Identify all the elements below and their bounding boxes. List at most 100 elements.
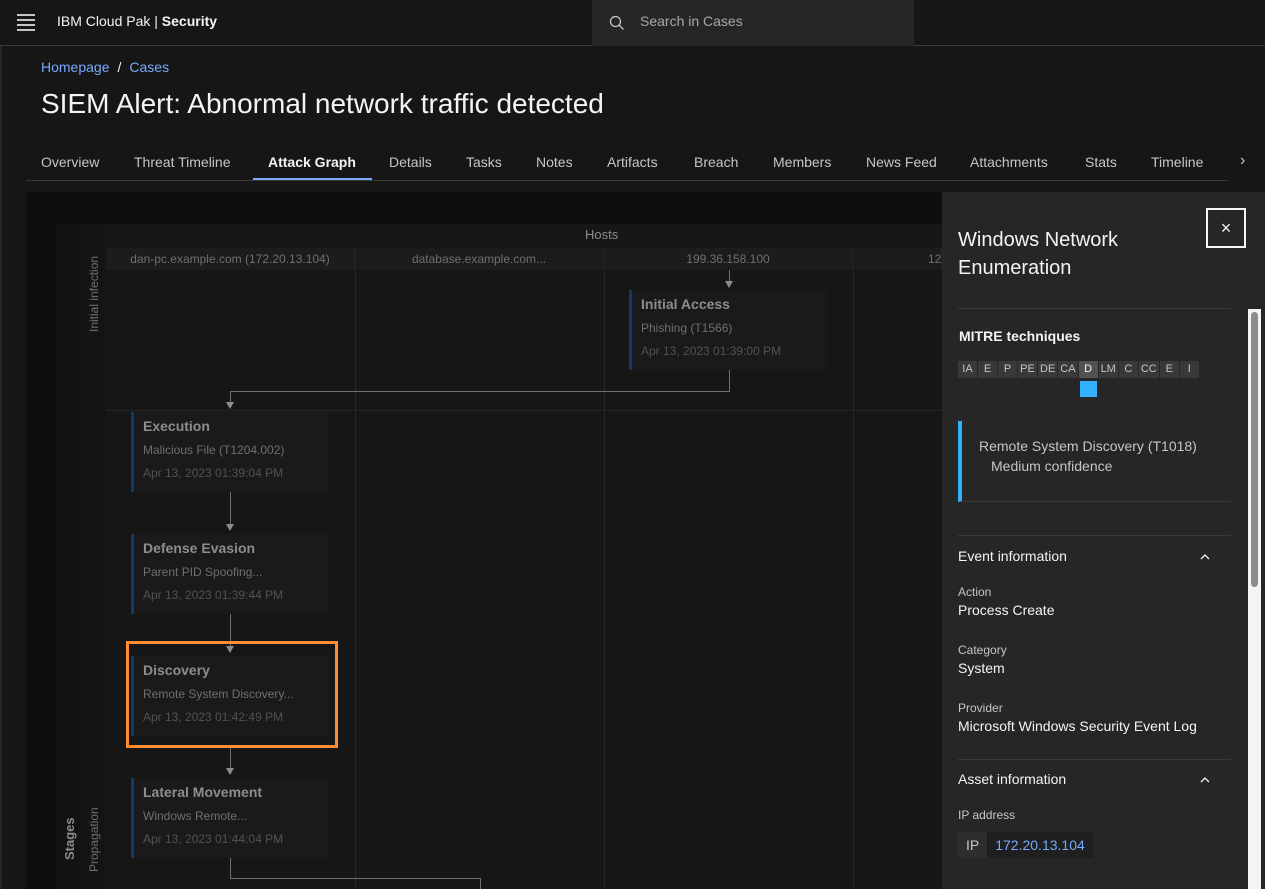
host-header-199-36-158-100: 199.36.158.100	[604, 248, 853, 270]
node-technique: Malicious File (T1204.002)	[143, 443, 285, 457]
stage-initial-infection: Initial infection	[87, 255, 101, 332]
tab-artifacts[interactable]: Artifacts	[607, 154, 658, 170]
connector	[230, 878, 481, 879]
connector	[729, 370, 730, 392]
selected-node-highlight	[126, 641, 338, 748]
breadcrumb: Homepage / Cases	[41, 59, 169, 75]
mitre-chip[interactable]: CC	[1138, 361, 1159, 378]
mitre-selected-marker	[1080, 381, 1097, 397]
top-bar: IBM Cloud Pak | Security	[0, 0, 1265, 46]
active-tab-indicator	[253, 178, 372, 180]
mitre-chip[interactable]: I	[1179, 361, 1199, 378]
mitre-chip[interactable]: PE	[1018, 361, 1037, 378]
search-bar[interactable]	[592, 0, 914, 46]
category-label: Category	[958, 643, 1007, 657]
tab-members[interactable]: Members	[773, 154, 831, 170]
node-technique: Windows Remote...	[143, 809, 248, 823]
grid-line	[355, 270, 356, 889]
grid-line	[853, 270, 854, 889]
event-information-heading[interactable]: Event information	[958, 548, 1067, 564]
tab-overview[interactable]: Overview	[41, 154, 99, 170]
close-icon: ×	[1220, 218, 1232, 238]
mitre-tactic-chips: IA E P PE DE CA D LM C CC E I	[958, 361, 1200, 378]
mitre-chip[interactable]: E	[1159, 361, 1179, 378]
mitre-chip[interactable]: E	[978, 361, 997, 378]
technique-confidence: Medium confidence	[991, 458, 1113, 474]
node-timestamp: Apr 13, 2023 01:39:00 PM	[641, 344, 782, 358]
breadcrumb-cases[interactable]: Cases	[129, 59, 169, 75]
stages-column	[57, 224, 81, 889]
hamburger-menu-icon[interactable]	[17, 14, 35, 31]
chevron-up-icon[interactable]	[1200, 775, 1210, 785]
grid-line	[604, 270, 605, 889]
mitre-chip[interactable]: LM	[1098, 361, 1118, 378]
ip-address-label: IP address	[958, 808, 1016, 822]
action-label: Action	[958, 585, 992, 599]
node-defense-evasion[interactable]: Defense Evasion Parent PID Spoofing... A…	[131, 534, 329, 614]
case-tabs: Overview Threat Timeline Attack Graph De…	[26, 146, 1228, 181]
product-name: IBM Cloud Pak | Security	[57, 13, 218, 29]
technique-name: Remote System Discovery (T1018)	[979, 438, 1197, 454]
mitre-chip[interactable]: P	[998, 361, 1017, 378]
node-execution[interactable]: Execution Malicious File (T1204.002) Apr…	[131, 412, 329, 492]
connector	[230, 748, 231, 769]
breadcrumb-separator: /	[117, 59, 122, 75]
node-timestamp: Apr 13, 2023 01:39:04 PM	[143, 466, 284, 480]
category-value: System	[958, 660, 1005, 676]
mitre-chip[interactable]: CA	[1058, 361, 1078, 378]
stage-divider	[106, 410, 942, 411]
node-technique: Phishing (T1566)	[641, 321, 733, 335]
node-technique: Parent PID Spoofing...	[143, 565, 263, 579]
tab-attachments[interactable]: Attachments	[970, 154, 1048, 170]
mitre-chip[interactable]: IA	[958, 361, 977, 378]
mitre-chip[interactable]: C	[1118, 361, 1138, 378]
connector	[230, 858, 231, 879]
search-icon	[609, 15, 624, 30]
node-title: Defense Evasion	[143, 540, 256, 556]
connector	[480, 878, 481, 889]
ip-tag-value[interactable]: 172.20.13.104	[987, 832, 1093, 858]
tab-details[interactable]: Details	[389, 154, 432, 170]
arrow-icon	[226, 524, 234, 531]
host-header-partial: 12	[853, 248, 942, 270]
node-initial-access[interactable]: Initial Access Phishing (T1566) Apr 13, …	[629, 290, 827, 370]
stages-label: Stages	[62, 817, 77, 860]
tab-attack-graph[interactable]: Attack Graph	[268, 154, 356, 170]
node-timestamp: Apr 13, 2023 01:39:44 PM	[143, 588, 284, 602]
host-header-database: database.example.com...	[355, 248, 604, 270]
provider-value: Microsoft Windows Security Event Log	[958, 718, 1197, 734]
ip-tag[interactable]: IP 172.20.13.104	[958, 832, 1093, 858]
hosts-label: Hosts	[585, 227, 619, 242]
tab-tasks[interactable]: Tasks	[466, 154, 502, 170]
tab-stats[interactable]: Stats	[1085, 154, 1117, 170]
arrow-icon	[226, 768, 234, 775]
node-lateral-movement[interactable]: Lateral Movement Windows Remote... Apr 1…	[131, 778, 329, 858]
left-edge	[0, 46, 2, 889]
tab-timeline[interactable]: Timeline	[1151, 154, 1203, 170]
tab-news-feed[interactable]: News Feed	[866, 154, 937, 170]
arrow-icon	[725, 281, 733, 288]
search-input[interactable]	[640, 13, 900, 29]
node-title: Execution	[143, 418, 210, 434]
close-panel-button[interactable]: ×	[1206, 208, 1246, 248]
chevron-up-icon[interactable]	[1200, 552, 1210, 562]
node-title: Lateral Movement	[143, 784, 263, 800]
stage-propagation: Propagation	[87, 807, 101, 872]
divider	[958, 759, 1231, 760]
asset-information-heading[interactable]: Asset information	[958, 771, 1066, 787]
host-header-dan-pc: dan-pc.example.com (172.20.13.104)	[106, 248, 355, 270]
panel-title: Windows Network Enumeration	[958, 229, 1119, 279]
tab-breach[interactable]: Breach	[694, 154, 738, 170]
breadcrumb-homepage[interactable]: Homepage	[41, 59, 110, 75]
mitre-heading: MITRE techniques	[959, 328, 1081, 344]
chevron-right-icon[interactable]: ›	[1240, 152, 1245, 170]
node-title: Initial Access	[641, 296, 730, 312]
tab-threat-timeline[interactable]: Threat Timeline	[134, 154, 230, 170]
page-title: SIEM Alert: Abnormal network traffic det…	[41, 88, 604, 119]
panel-scrollbar-thumb[interactable]	[1251, 312, 1258, 587]
divider	[958, 308, 1231, 309]
tab-notes[interactable]: Notes	[536, 154, 573, 170]
action-value: Process Create	[958, 602, 1055, 618]
mitre-chip[interactable]: DE	[1038, 361, 1058, 378]
mitre-chip-selected[interactable]: D	[1078, 361, 1098, 378]
